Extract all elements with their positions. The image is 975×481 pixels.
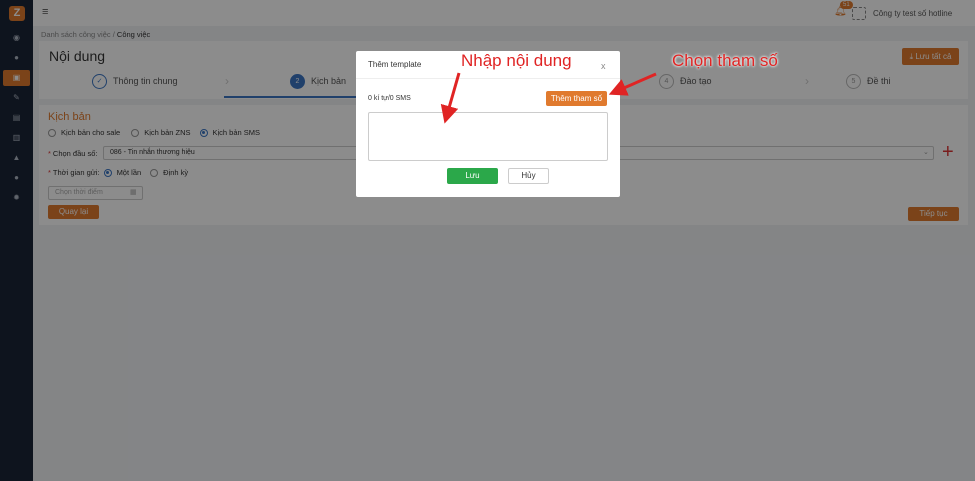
annotation-arrows [440,72,657,124]
arrow-to-textarea [440,72,461,124]
arrow-to-param-button [608,72,657,96]
